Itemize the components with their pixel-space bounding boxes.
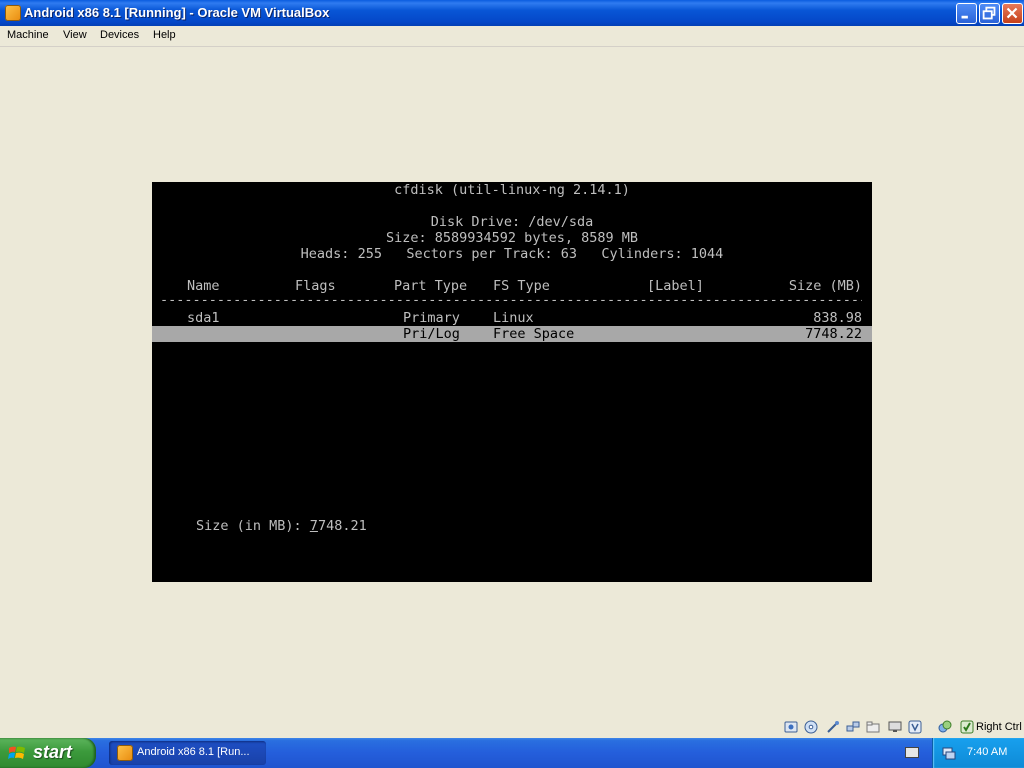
clock[interactable]: 7:40 AM xyxy=(967,746,1007,758)
vm-display[interactable]: cfdisk (util-linux-ng 2.14.1) Disk Drive… xyxy=(152,182,872,582)
partition-row-part-type: Primary xyxy=(403,310,460,326)
menu-machine[interactable]: Machine xyxy=(7,29,49,41)
windows-logo-icon xyxy=(8,746,25,759)
virtualbox-icon xyxy=(117,745,133,761)
disk-size-line: Size: 8589934592 bytes, 8589 MB xyxy=(386,230,638,246)
close-icon xyxy=(1006,7,1018,19)
partition-row-size: 838.98 xyxy=(813,310,862,326)
host-key-label: Right Ctrl xyxy=(976,721,1022,733)
start-button[interactable]: start xyxy=(0,738,96,768)
window-title: Android x86 8.1 [Running] - Oracle VM Vi… xyxy=(24,5,330,20)
keyboard-icon[interactable] xyxy=(905,747,919,758)
minimize-icon xyxy=(961,15,968,19)
header-separator: ----------------------------------------… xyxy=(160,292,862,308)
mouse-integration-icon[interactable] xyxy=(960,720,974,734)
size-input-value: 748.21 xyxy=(317,518,367,534)
virtualization-icon[interactable] xyxy=(938,720,952,734)
disk-drive-line: Disk Drive: /dev/sda xyxy=(430,214,594,230)
video-capture-icon[interactable] xyxy=(908,720,922,734)
network-icon[interactable] xyxy=(846,720,860,734)
disk-geometry-line: Heads: 255 Sectors per Track: 63 Cylinde… xyxy=(300,246,724,262)
usb-icon[interactable] xyxy=(826,720,840,734)
partition-row-name[interactable]: sda1 xyxy=(187,310,220,326)
free-space-size: 7748.22 xyxy=(805,326,862,342)
partition-row-fs-type: Linux xyxy=(493,310,534,326)
menu-view[interactable]: View xyxy=(63,29,87,41)
display-icon[interactable] xyxy=(888,720,902,734)
close-button[interactable] xyxy=(1002,3,1023,24)
taskbar-window-button[interactable]: Android x86 8.1 [Run... xyxy=(109,741,266,765)
size-input-cursor: 7 xyxy=(309,518,318,534)
free-space-row[interactable]: Pri/Log Free Space 7748.22 xyxy=(152,326,872,342)
size-prompt[interactable]: Size (in MB): 7748.21 xyxy=(196,518,367,534)
menu-help[interactable]: Help xyxy=(153,29,176,41)
cfdisk-header: cfdisk (util-linux-ng 2.14.1) xyxy=(394,182,630,198)
title-bar[interactable]: Android x86 8.1 [Running] - Oracle VM Vi… xyxy=(0,0,1024,26)
start-label: start xyxy=(33,742,73,762)
free-space-part-type: Pri/Log xyxy=(403,326,460,342)
menu-bar: Machine View Devices Help xyxy=(0,26,1024,47)
size-prompt-label: Size (in MB): xyxy=(196,518,310,534)
network-connection-icon[interactable] xyxy=(941,745,957,761)
system-tray: 7:40 AM xyxy=(932,738,1024,768)
virtualbox-icon xyxy=(5,5,21,21)
shared-folders-icon[interactable] xyxy=(866,720,880,734)
menu-devices[interactable]: Devices xyxy=(100,29,139,41)
taskbar-window-label: Android x86 8.1 [Run... xyxy=(137,746,250,758)
optical-drive-icon[interactable] xyxy=(804,720,818,734)
taskbar: start Android x86 8.1 [Run... 7:40 AM xyxy=(0,738,1024,768)
free-space-fs-type: Free Space xyxy=(493,326,575,342)
hard-disk-icon[interactable] xyxy=(784,720,798,734)
minimize-button[interactable] xyxy=(956,3,977,24)
restore-button[interactable] xyxy=(979,3,1000,24)
restore-icon xyxy=(982,6,996,20)
